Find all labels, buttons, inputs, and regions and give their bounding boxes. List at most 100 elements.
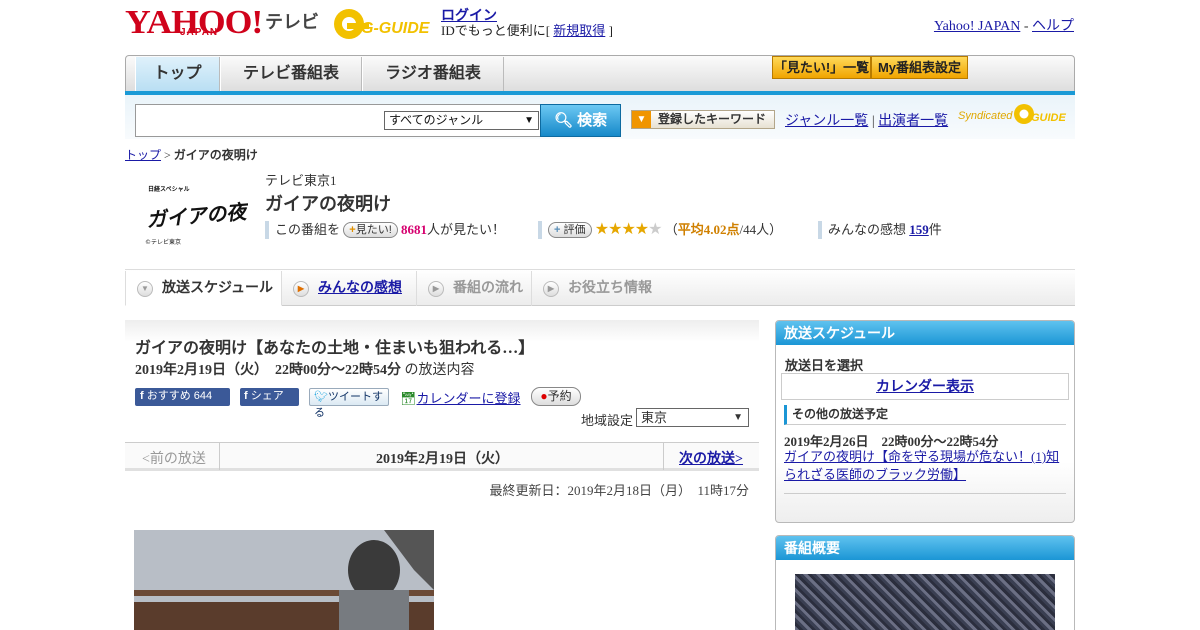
breadcrumb: トップ > ガイアの夜明け	[125, 146, 258, 163]
program-logo-text: ガイアの夜明け	[145, 196, 248, 232]
cast-list-link[interactable]: 出演者一覧	[878, 114, 948, 129]
want-button-label: 見たい!	[355, 224, 392, 236]
record-icon: ●	[540, 389, 548, 403]
tab-useful-info[interactable]: ▶ お役立ち情報	[532, 271, 667, 306]
genre-select-value: すべてのジャンル	[389, 113, 484, 127]
episode-photo-image	[134, 530, 434, 630]
region-select-value: 東京	[641, 410, 668, 425]
registered-keywords-label: 登録したキーワード	[657, 112, 766, 126]
prev-broadcast-link: <前の放送	[142, 452, 206, 467]
registered-keywords-button[interactable]: ▼ 登録したキーワード	[631, 110, 775, 129]
facebook-icon: f	[140, 390, 144, 402]
reviews-count-link[interactable]: 159	[909, 222, 929, 237]
next-broadcast-link[interactable]: 次の放送>	[679, 448, 743, 468]
breadcrumb-separator: >	[161, 148, 174, 162]
last-updated: 最終更新日：2019年2月18日（月） 11時17分	[489, 483, 749, 498]
nav-tab-radio-listings[interactable]: ラジオ番組表	[362, 57, 504, 92]
episode-datetime-value: 2019年2月19日（火） 22時00分～22時54分	[135, 363, 401, 378]
want-prefix: この番組を	[275, 222, 341, 237]
search-button[interactable]: 🔍︎ 検索	[540, 104, 621, 137]
calendar-icon: 📅︎	[400, 391, 417, 406]
chevron-right-icon: ▶	[543, 281, 559, 297]
calendar-register-link[interactable]: カレンダーに登録	[417, 391, 521, 406]
search-icon: 🔍︎	[553, 112, 573, 129]
facebook-recommend-button[interactable]: f おすすめ 644	[135, 388, 230, 406]
svg-text:GUIDE: GUIDE	[1031, 112, 1067, 124]
program-summary-header: 番組概要	[776, 536, 1074, 560]
rating-count: /44人）	[739, 222, 783, 237]
gguide-small-logo: GUIDE	[1014, 104, 1067, 124]
program-logo-caption: ©テレビ東京	[145, 238, 181, 246]
calendar-view-link[interactable]: カレンダー表示	[781, 373, 1069, 400]
region-select[interactable]: 東京 ▼	[636, 408, 749, 427]
episode-nav-date: 2019年2月19日（火）	[376, 452, 509, 467]
gguide-logo: G-GUIDE	[334, 9, 431, 39]
reviews-bar: みんなの感想 159件	[818, 221, 942, 239]
tv-service-label: テレビ	[265, 12, 319, 32]
channel-name: テレビ東京1	[265, 173, 337, 188]
tab-program-flow[interactable]: ▶ 番組の流れ	[417, 271, 532, 306]
rating-bar: + 評価 ★★★★★ （平均4.02点/44人）	[538, 221, 782, 239]
episode-datetime: 2019年2月19日（火） 22時00分～22時54分 の放送内容	[135, 359, 475, 379]
facebook-recommend-count: 644	[193, 390, 213, 402]
divider	[663, 443, 664, 470]
reviews-suffix: 件	[928, 222, 942, 237]
other-broadcasts-header: その他の放送予定	[784, 405, 1066, 425]
login-text-suffix: ]	[605, 23, 613, 38]
reserve-label: 予約	[547, 389, 572, 403]
facebook-share-label: シェア	[250, 390, 284, 402]
reviews-prefix: みんなの感想	[828, 222, 907, 237]
other-broadcast-link[interactable]: ガイアの夜明け【命を守る現場が危ない！(1)知られざる医師のブラック労働】	[784, 448, 1064, 484]
chevron-down-icon: ▼	[137, 281, 153, 297]
help-link[interactable]: ヘルプ	[1032, 19, 1074, 34]
episode-photo	[134, 530, 434, 630]
rate-button[interactable]: + 評価	[548, 222, 592, 238]
star-icon: ★	[608, 221, 622, 238]
nav-tab-tv-listings[interactable]: テレビ番組表	[220, 57, 362, 92]
signup-link[interactable]: 新規取得	[553, 23, 605, 38]
want-count: 8681	[401, 222, 428, 237]
genre-list-link[interactable]: ジャンル一覧	[785, 114, 868, 129]
region-label: 地域設定	[581, 413, 634, 428]
star-empty-icon: ★	[648, 221, 662, 238]
tab-label: 放送スケジュール	[162, 279, 274, 295]
want-button[interactable]: +見たい!	[343, 222, 398, 238]
dropdown-arrow-icon: ▼	[524, 115, 534, 126]
star-icon: ★	[621, 221, 635, 238]
search-links: ジャンル一覧 | 出演者一覧	[785, 114, 949, 129]
tab-broadcast-schedule[interactable]: ▼ 放送スケジュール	[125, 271, 282, 306]
yahoo-japan-link[interactable]: Yahoo! JAPAN	[934, 19, 1020, 34]
dropdown-arrow-icon: ▼	[733, 412, 743, 423]
date-select-label: 放送日を選択	[785, 358, 864, 373]
facebook-share-button[interactable]: f シェア	[240, 388, 299, 406]
tab-label: お役立ち情報	[568, 279, 652, 295]
schedule-panel-header: 放送スケジュール	[776, 321, 1074, 345]
mitai-list-button[interactable]: 「見たい!」一覧	[772, 56, 871, 79]
my-program-settings-button[interactable]: My番組表設定	[871, 56, 968, 79]
rating-average: 平均4.02点	[677, 222, 740, 237]
star-icon: ★	[594, 221, 609, 238]
breadcrumb-top[interactable]: トップ	[125, 148, 161, 162]
yahoo-logo-sub: JAPAN	[180, 27, 219, 38]
tweet-button[interactable]: 🐦︎ツイートする	[309, 388, 389, 419]
chevron-right-icon: ▶	[428, 281, 444, 297]
breadcrumb-current: ガイアの夜明け	[173, 148, 258, 162]
twitter-icon: 🐦︎	[314, 391, 328, 403]
login-text-prefix: IDでもっと便利に[	[441, 23, 554, 38]
rating-stars: ★★★★★	[594, 221, 663, 238]
syndicated-label: Syndicated	[958, 110, 1013, 122]
nav-tab-top[interactable]: トップ	[135, 57, 220, 92]
genre-select[interactable]: すべてのジャンル ▼	[384, 111, 539, 130]
facebook-icon: f	[244, 390, 248, 402]
episode-datetime-suffix: の放送内容	[404, 363, 475, 378]
program-title: ガイアの夜明け	[265, 194, 391, 214]
tab-reviews[interactable]: ▶ みんなの感想	[282, 271, 417, 306]
episode-title: ガイアの夜明け【あなたの土地・住まいも狙われる…】	[135, 340, 535, 357]
want-suffix: 人が見たい！	[427, 222, 506, 237]
tab-reviews-link[interactable]: みんなの感想	[318, 279, 402, 295]
search-button-label: 検索	[577, 112, 608, 129]
reserve-button[interactable]: ●予約	[531, 387, 581, 406]
divider	[219, 443, 220, 470]
program-tabs: ▼ 放送スケジュール ▶ みんなの感想 ▶ 番組の流れ ▶ お役立ち情報	[125, 269, 1075, 306]
facebook-recommend-label: おすすめ	[146, 390, 191, 402]
